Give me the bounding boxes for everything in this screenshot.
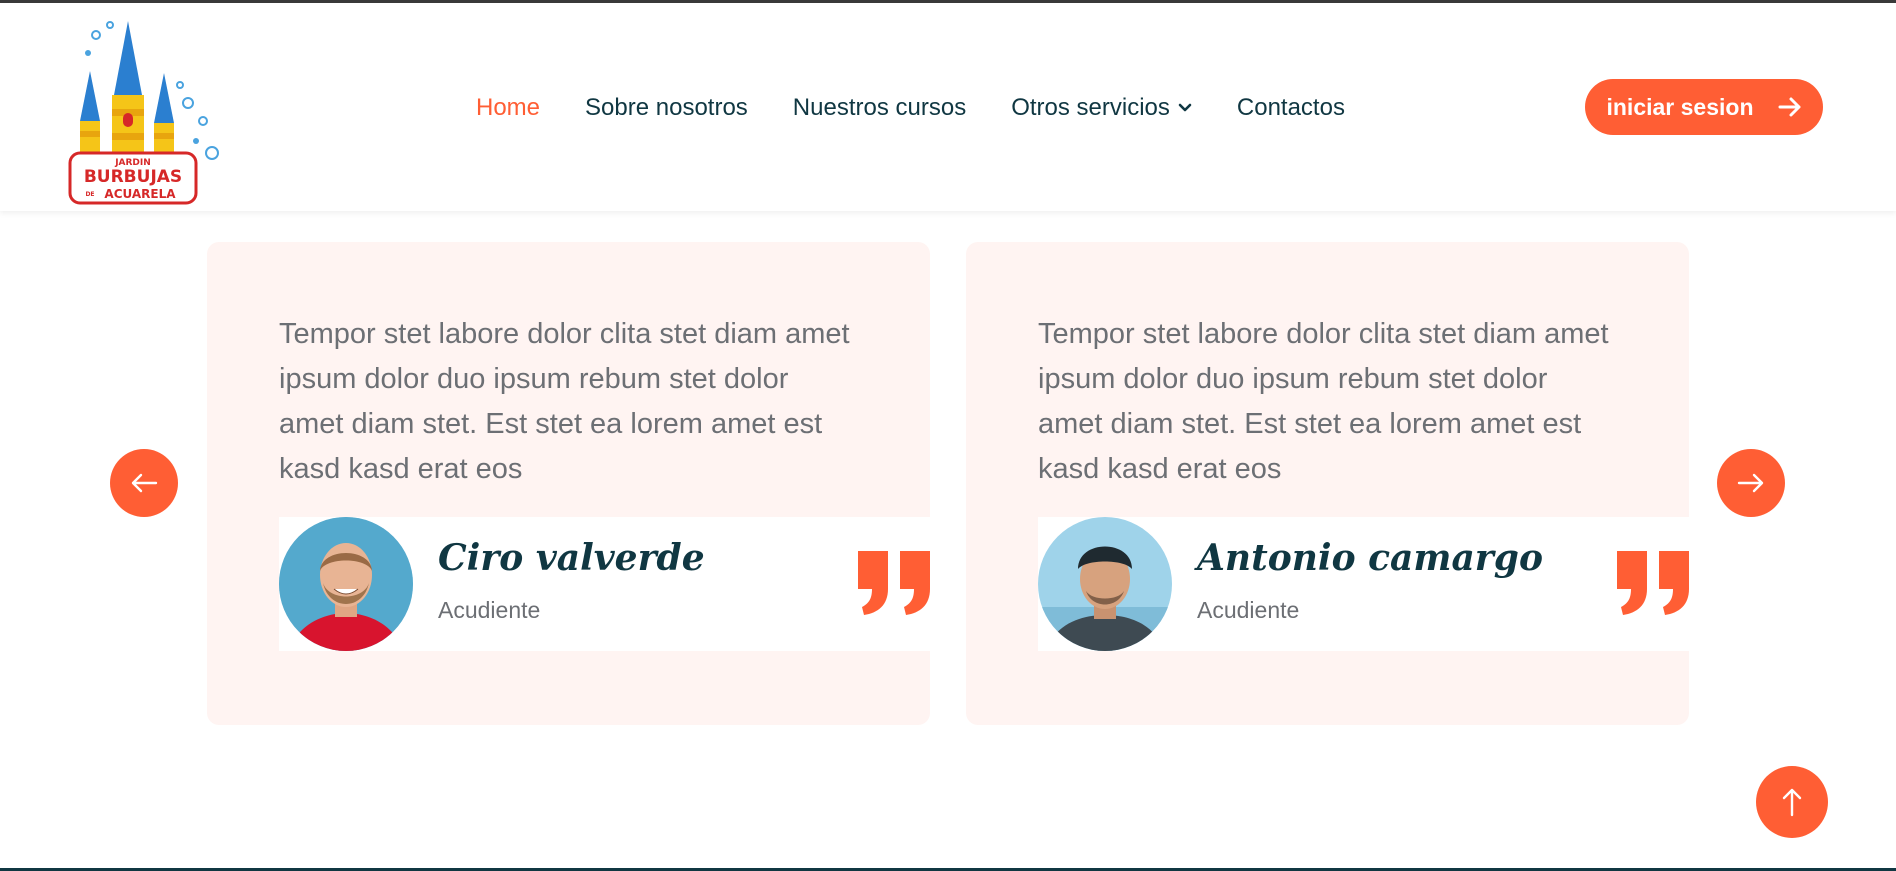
svg-text:DE: DE [85,191,94,198]
carousel-next-button[interactable] [1717,449,1785,517]
testimonial-card: Tempor stet labore dolor clita stet diam… [966,242,1689,725]
arrow-right-icon [1778,97,1800,117]
arrow-left-icon [131,473,158,493]
testimonial-author: Ciro valverde Acudiente [279,517,930,651]
nav-otros-servicios[interactable]: Otros servicios [1011,94,1192,122]
nav-contactos[interactable]: Contactos [1237,94,1345,122]
chevron-down-icon [1178,103,1192,112]
main-nav: Home Sobre nosotros Nuestros cursos Otro… [476,91,1345,125]
quote-icon [858,551,930,615]
testimonial-card: Tempor stet labore dolor clita stet diam… [207,242,930,725]
svg-text:ACUARELA: ACUARELA [104,187,176,201]
nav-home[interactable]: Home [476,94,540,122]
testimonial-text: Tempor stet labore dolor clita stet diam… [279,318,850,485]
nav-sobre-nosotros[interactable]: Sobre nosotros [585,94,748,122]
navbar: JARDIN BURBUJAS DE ACUARELA Home Sobre n… [0,3,1896,211]
nav-nuestros-cursos[interactable]: Nuestros cursos [793,94,966,122]
quote-icon [1617,551,1689,615]
back-to-top-button[interactable] [1756,766,1828,838]
site-logo[interactable]: JARDIN BURBUJAS DE ACUARELA [68,13,228,206]
author-name: Antonio camargo [1197,537,1543,579]
author-role: Acudiente [438,597,541,623]
avatar [1038,517,1172,651]
carousel-prev-button[interactable] [110,449,178,517]
login-button-label: iniciar sesion [1606,93,1754,120]
svg-text:BURBUJAS: BURBUJAS [84,167,182,187]
author-name: Ciro valverde [438,537,705,579]
author-role: Acudiente [1197,597,1300,623]
testimonial-author: Antonio camargo Acudiente [1038,517,1689,651]
avatar [279,517,413,651]
testimonial-text: Tempor stet labore dolor clita stet diam… [1038,318,1609,485]
arrow-up-icon [1782,788,1802,817]
arrow-right-icon [1737,473,1764,493]
login-button[interactable]: iniciar sesion [1585,79,1823,135]
